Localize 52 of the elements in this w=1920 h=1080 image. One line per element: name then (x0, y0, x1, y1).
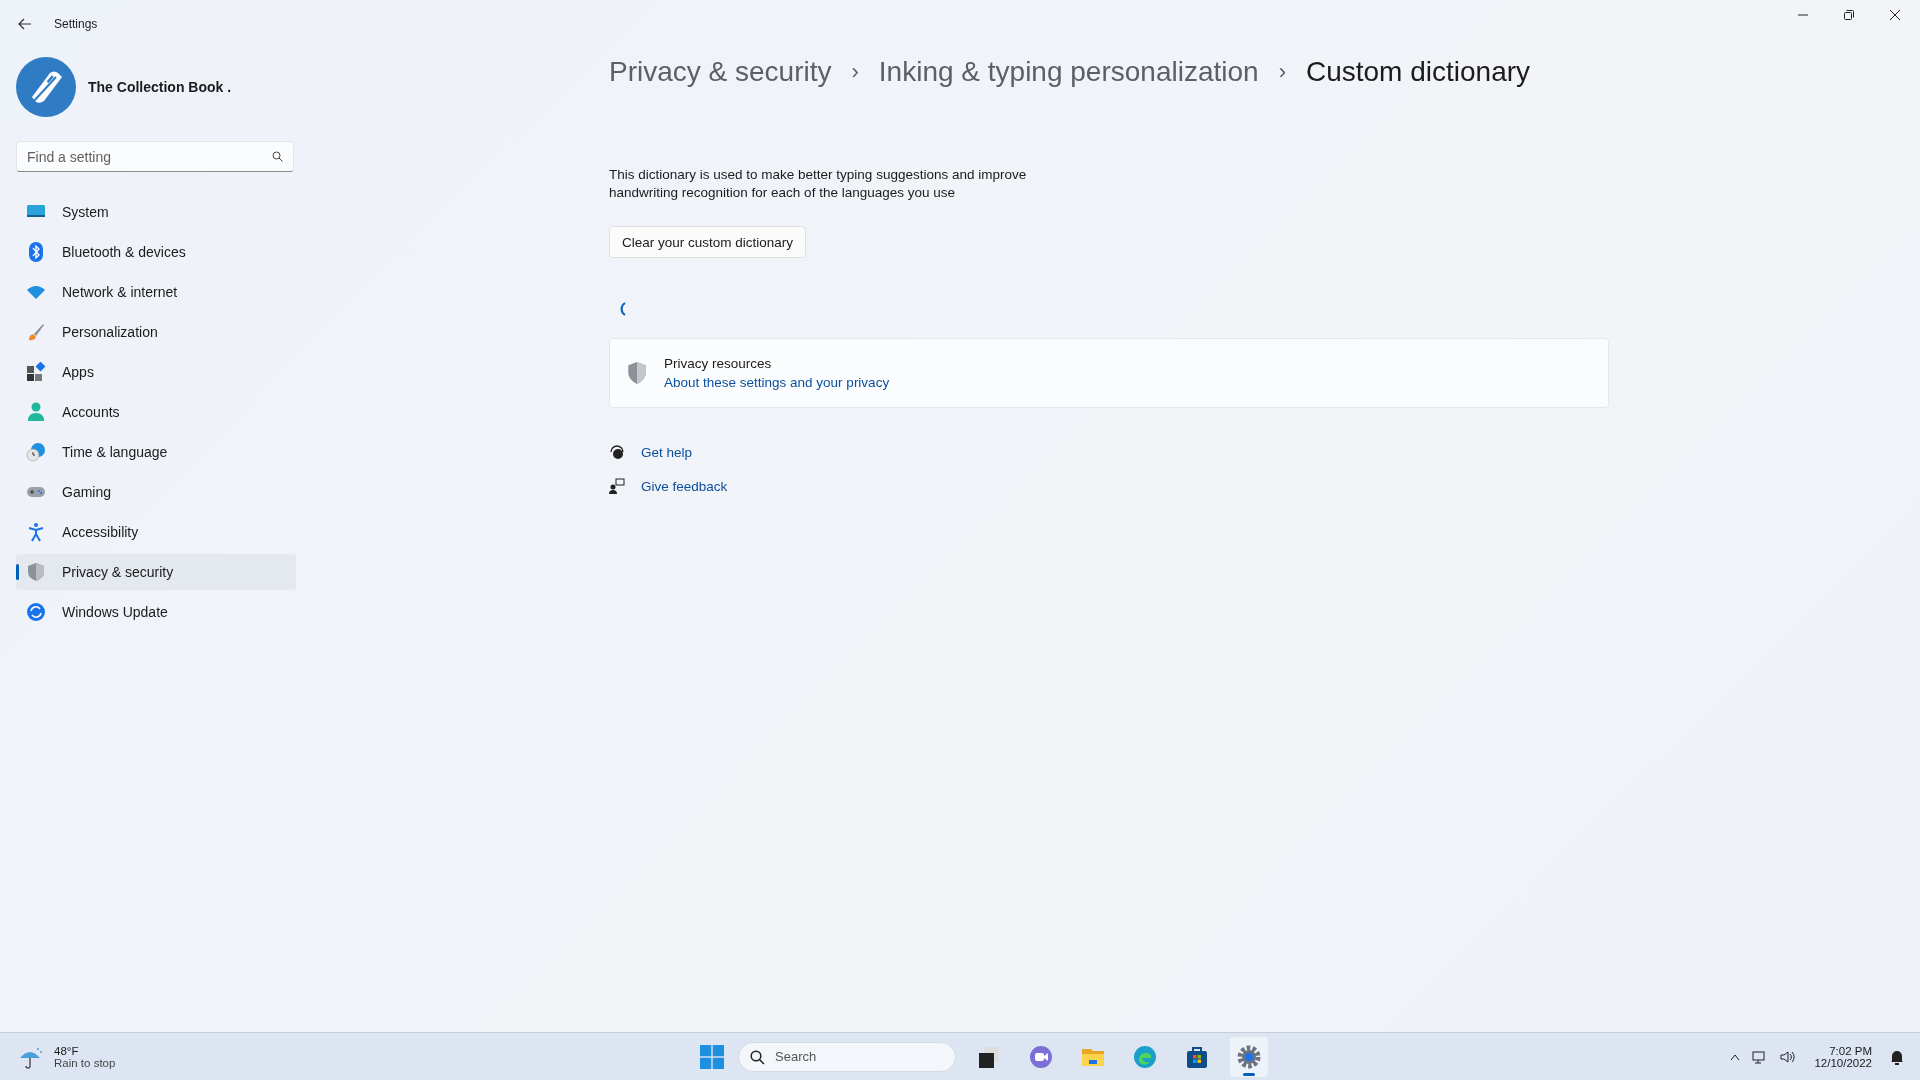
person-icon (26, 402, 46, 422)
nav-item[interactable]: Privacy & security (16, 554, 296, 590)
apps-icon (26, 362, 46, 382)
close-icon[interactable] (1890, 10, 1900, 20)
bell-icon[interactable] (1890, 1048, 1904, 1065)
loading-spinner-icon (619, 302, 627, 316)
accessibility-icon (26, 522, 46, 542)
privacy-link[interactable]: About these settings and your privacy (664, 375, 890, 390)
globe-clock-icon (26, 442, 46, 462)
chevron-up-icon[interactable] (1730, 1052, 1741, 1061)
volume-icon[interactable] (1780, 1049, 1797, 1064)
breadcrumb-separator: › (1278, 59, 1286, 85)
clock-date: 12/10/2022 (1814, 1056, 1872, 1069)
clock-time: 7:02 PM (1829, 1044, 1872, 1057)
settings-search-field[interactable]: Find a setting (16, 141, 294, 172)
nav-item[interactable]: Network & internet (16, 274, 296, 310)
breadcrumb-item: Custom dictionary (1305, 56, 1531, 88)
start-icon[interactable] (700, 1044, 724, 1069)
weather-condition: Rain to stop (54, 1056, 116, 1069)
taskbar-search-field[interactable]: Search (738, 1041, 956, 1072)
profile-name: The Collection Book . (88, 79, 232, 95)
nav-item[interactable]: Personalization (16, 314, 296, 350)
shield-icon (626, 361, 648, 385)
breadcrumb-item[interactable]: Inking & typing personalization (878, 56, 1259, 88)
help-icon (609, 444, 625, 460)
nav-item[interactable]: Time & language (16, 434, 296, 470)
back-icon[interactable] (18, 18, 32, 30)
help-link[interactable]: Get help (641, 444, 693, 460)
brush-icon (26, 322, 46, 342)
nav-item[interactable]: Accessibility (16, 514, 296, 550)
nav-item[interactable]: Apps (16, 354, 296, 390)
breadcrumb-separator: › (851, 59, 859, 85)
restore-icon[interactable] (1844, 10, 1854, 20)
nav-item[interactable]: Windows Update (16, 594, 296, 630)
shield-icon (26, 562, 46, 582)
bluetooth-icon (26, 242, 46, 262)
window-title: Settings (54, 17, 98, 31)
avatar-icon (16, 57, 76, 117)
update-icon (26, 602, 46, 622)
description: This dictionary is used to make better typing suggestions and improve handwriting recognition for each of the languages you use (609, 166, 1028, 202)
breadcrumb-item[interactable]: Privacy & security (609, 56, 832, 88)
card-title: Privacy resources (664, 356, 773, 371)
nav-item[interactable]: System (16, 194, 296, 230)
clear-dictionary-button[interactable]: Clear your custom dictionary (609, 226, 807, 258)
search-icon (272, 151, 283, 162)
nav-item[interactable]: Accounts (16, 394, 296, 430)
nav-item[interactable]: Gaming (16, 474, 296, 510)
nav-item[interactable]: Bluetooth & devices (16, 234, 296, 270)
gear-icon[interactable] (1230, 1036, 1268, 1077)
temperature: 48°F (54, 1044, 80, 1057)
feedback-icon (609, 478, 625, 494)
help-link[interactable]: Give feedback (641, 478, 728, 494)
